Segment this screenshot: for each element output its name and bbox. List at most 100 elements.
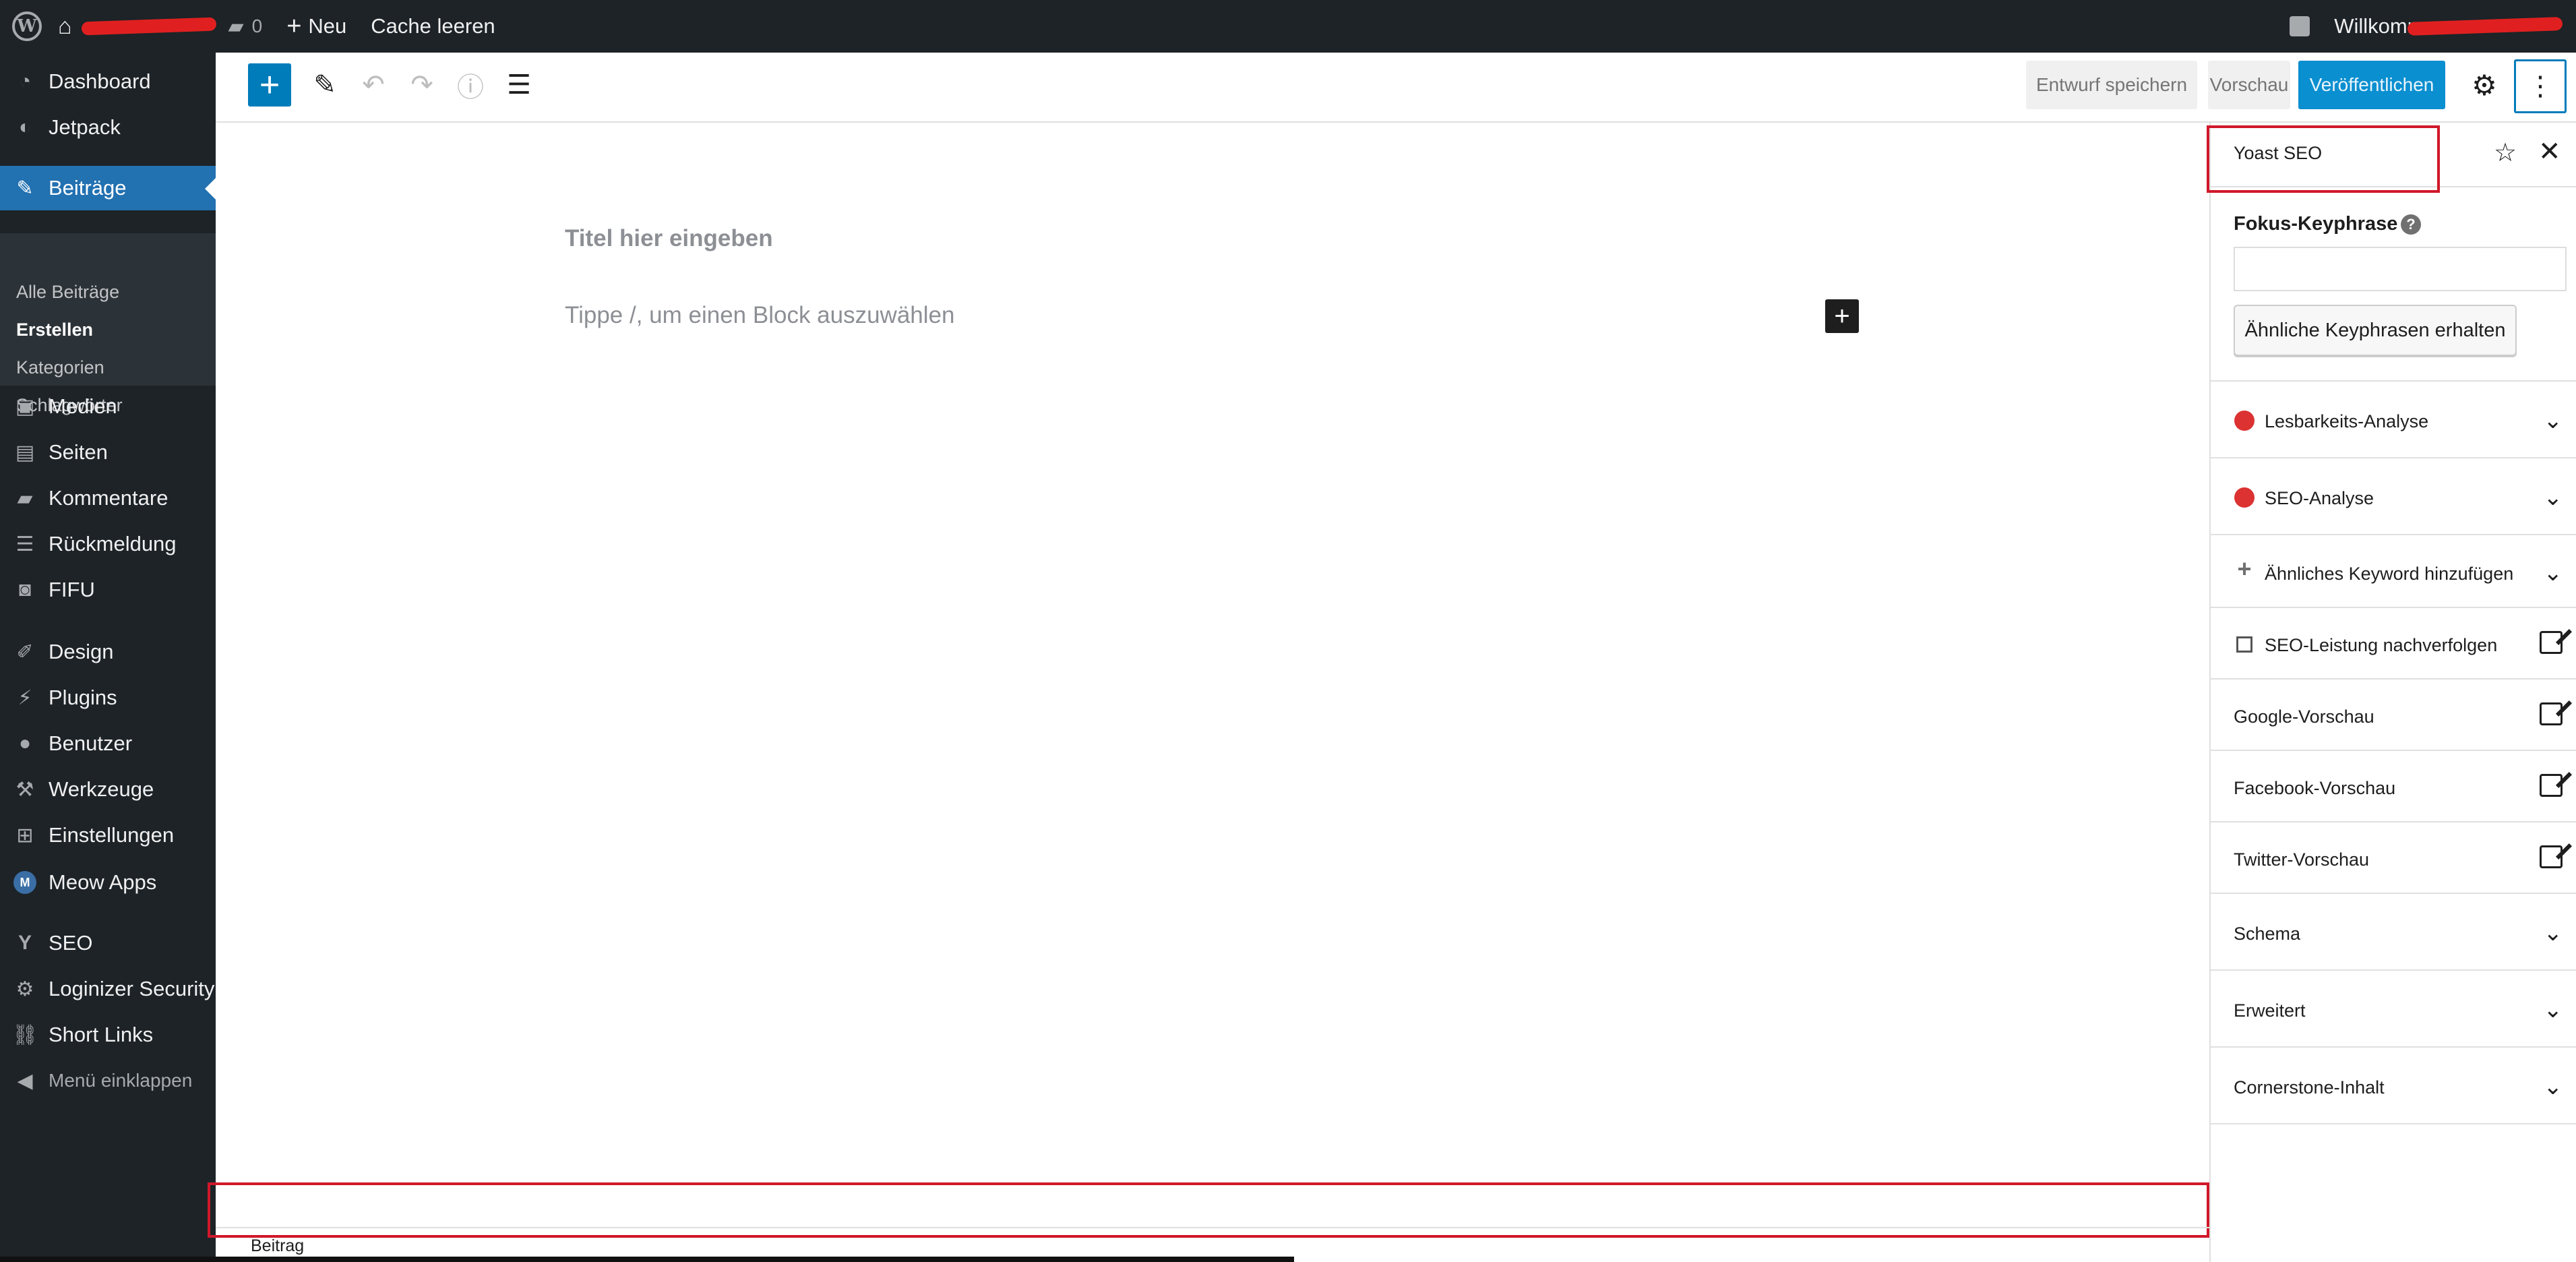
brush-icon: ✐ xyxy=(16,640,34,663)
tools-button[interactable]: ✎ xyxy=(306,66,344,104)
menu-item-fifu[interactable]: ◙ FIFU xyxy=(0,568,216,612)
menu-item-seo[interactable]: Y SEO xyxy=(0,921,216,965)
wordpress-logo-button[interactable]: W xyxy=(0,0,54,53)
panel-seo-analysis[interactable]: SEO-Analyse ⌄ xyxy=(2211,457,2576,534)
block-breadcrumb[interactable]: Beitrag xyxy=(251,1236,304,1256)
add-block-button[interactable]: + xyxy=(248,63,291,107)
undo-button[interactable]: ↶ xyxy=(355,66,392,104)
edit-icon xyxy=(2540,702,2563,731)
edit-icon xyxy=(2540,631,2563,660)
settings-button[interactable]: ⚙ xyxy=(2464,65,2505,105)
chevron-down-icon: ⌄ xyxy=(2543,1074,2563,1100)
details-button[interactable]: ⓘ xyxy=(452,66,489,104)
menu-label: Beiträge xyxy=(49,176,127,200)
link-icon: ⛓ xyxy=(11,1023,38,1046)
panel-label: SEO-Leistung nachverfolgen xyxy=(2265,635,2498,655)
panel-cornerstone[interactable]: Cornerstone-Inhalt ⌄ xyxy=(2211,1046,2576,1124)
related-keyphrases-button[interactable]: Ähnliche Keyphrasen erhalten xyxy=(2234,305,2517,356)
menu-item-media[interactable]: ▣ Medien xyxy=(0,384,216,429)
menu-label: Kommentare xyxy=(49,486,168,510)
menu-item-settings[interactable]: ⊞ Einstellungen xyxy=(0,813,216,858)
panel-label: SEO-Analyse xyxy=(2265,488,2374,508)
site-name-link[interactable]: ⌂ xyxy=(54,0,228,53)
pencil-icon: ✎ xyxy=(313,70,336,100)
menu-item-users[interactable]: ● Benutzer xyxy=(0,721,216,766)
chevron-down-icon: ⌄ xyxy=(2543,997,2563,1023)
help-icon[interactable]: ? xyxy=(2401,214,2421,235)
publish-button[interactable]: Veröffentlichen xyxy=(2298,61,2445,109)
settings-icon: ⊞ xyxy=(16,824,34,847)
panel-advanced[interactable]: Erweitert ⌄ xyxy=(2211,969,2576,1046)
focus-keyphrase-input[interactable] xyxy=(2234,247,2567,291)
submenu-categories[interactable]: Kategorien xyxy=(16,357,104,378)
menu-item-meow-apps[interactable]: M Meow Apps xyxy=(0,860,216,905)
footer-divider xyxy=(216,1227,2209,1228)
menu-label: Menü einklappen xyxy=(49,1070,193,1091)
notification-button[interactable] xyxy=(2277,0,2322,53)
panel-readability[interactable]: Lesbarkeits-Analyse ⌄ xyxy=(2211,380,2576,457)
cache-clear-link[interactable]: Cache leeren xyxy=(359,0,507,53)
bottom-bar xyxy=(0,1257,1294,1262)
chevron-down-icon: ⌄ xyxy=(2543,920,2563,946)
plus-icon: + xyxy=(2237,555,2252,582)
panel-label: Ähnliches Keyword hinzufügen xyxy=(2265,564,2514,584)
inline-add-block-button[interactable]: + xyxy=(1825,299,1859,333)
plugin-icon: ⚡ xyxy=(18,686,32,709)
account-menu[interactable]: Willkommen xyxy=(2322,0,2576,53)
comments-link[interactable]: ▰ 0 xyxy=(228,0,275,53)
menu-item-posts[interactable]: ✎ Beiträge xyxy=(0,166,216,210)
star-icon[interactable]: ☆ xyxy=(2494,138,2517,168)
submenu-create[interactable]: Erstellen xyxy=(16,320,93,340)
menu-label: Meow Apps xyxy=(49,870,157,894)
menu-item-jetpack[interactable]: ◐ Jetpack xyxy=(0,105,216,150)
edit-icon xyxy=(2540,774,2563,803)
focus-keyphrase-label: Fokus-Keyphrase xyxy=(2234,213,2398,235)
home-icon: ⌂ xyxy=(58,13,72,39)
more-options-button[interactable]: ⋮ xyxy=(2514,59,2567,113)
menu-item-dashboard[interactable]: ◔ Dashboard xyxy=(0,59,216,104)
list-view-button[interactable]: ☰ xyxy=(500,66,538,104)
preview-button[interactable]: Vorschau xyxy=(2208,61,2290,109)
panel-related-keyword[interactable]: + Ähnliches Keyword hinzufügen ⌄ xyxy=(2211,534,2576,607)
menu-item-short-links[interactable]: ⛓ Short Links xyxy=(0,1013,216,1057)
annotation-box-footer xyxy=(208,1182,2209,1238)
close-icon[interactable]: ✕ xyxy=(2538,136,2561,167)
new-label: Neu xyxy=(308,14,347,38)
meow-icon: M xyxy=(13,871,36,894)
chevron-down-icon: ⌄ xyxy=(2543,560,2563,586)
save-draft-button[interactable]: Entwurf speichern xyxy=(2026,61,2197,109)
vertical-ellipsis-icon: ⋮ xyxy=(2527,71,2554,101)
menu-label: FIFU xyxy=(49,578,95,601)
panel-seo-tracking[interactable]: SEO-Leistung nachverfolgen xyxy=(2211,607,2576,678)
menu-item-tools[interactable]: ⚒ Werkzeuge xyxy=(0,767,216,812)
menu-collapse-button[interactable]: ◀ Menü einklappen xyxy=(0,1058,216,1103)
new-content-link[interactable]: + Neu xyxy=(274,0,359,53)
panel-facebook-preview[interactable]: Facebook-Vorschau xyxy=(2211,750,2576,821)
yoast-sidebar: Yoast SEO ☆ ✕ Fokus-Keyphrase ? Ähnliche… xyxy=(2209,123,2576,1262)
panel-label: Facebook-Vorschau xyxy=(2234,778,2396,798)
panel-schema[interactable]: Schema ⌄ xyxy=(2211,893,2576,969)
menu-item-loginizer[interactable]: ⚙ Loginizer Security xyxy=(0,967,216,1011)
menu-label: Seiten xyxy=(49,440,108,464)
chevron-down-icon: ⌄ xyxy=(2543,485,2563,510)
submenu-all-posts[interactable]: Alle Beiträge xyxy=(16,282,119,303)
redo-button[interactable]: ↷ xyxy=(403,66,441,104)
menu-item-comments[interactable]: ▰ Kommentare xyxy=(0,476,216,520)
comments-icon: ▰ xyxy=(17,487,33,510)
status-dot-icon xyxy=(2234,487,2255,508)
menu-item-feedback[interactable]: ☰ Rückmeldung xyxy=(0,522,216,566)
yoast-icon: Y xyxy=(18,932,32,954)
block-appender[interactable]: Tippe /, um einen Block auszuwählen xyxy=(565,302,954,329)
menu-item-pages[interactable]: ▤ Seiten xyxy=(0,430,216,475)
menu-item-plugins[interactable]: ⚡ Plugins xyxy=(0,675,216,720)
menu-label: Einstellungen xyxy=(49,823,175,847)
redacted-site-name xyxy=(81,17,216,36)
editor-toolbar: + ✎ ↶ ↷ ⓘ ☰ Entwurf speichern Vorschau V… xyxy=(216,53,2576,123)
menu-label: Jetpack xyxy=(49,115,121,139)
post-title-input[interactable]: Titel hier eingeben xyxy=(565,225,773,252)
menu-item-design[interactable]: ✐ Design xyxy=(0,630,216,674)
menu-label: Design xyxy=(49,640,114,663)
panel-twitter-preview[interactable]: Twitter-Vorschau xyxy=(2211,821,2576,893)
panel-google-preview[interactable]: Google-Vorschau xyxy=(2211,678,2576,750)
dashboard-icon: ◔ xyxy=(18,70,32,92)
